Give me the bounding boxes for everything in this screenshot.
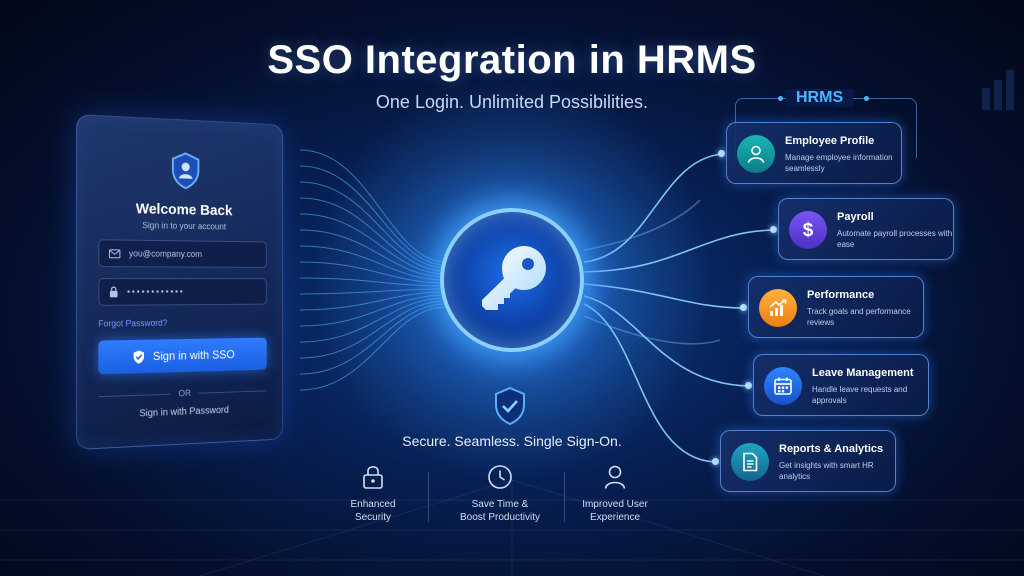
user-circle-icon — [737, 135, 775, 173]
benefit-line1: Save Time & — [471, 499, 529, 510]
module-title: Reports & Analytics — [779, 443, 884, 455]
benefit-line1: Improved User — [582, 499, 648, 510]
shield-check-icon — [495, 386, 525, 426]
hrms-dot — [864, 96, 869, 101]
connector-dot — [712, 458, 719, 465]
password-field[interactable]: •••••••••••• — [98, 278, 267, 306]
benefit-divider — [564, 472, 565, 522]
login-card: Welcome Back Sign in to your account you… — [76, 114, 284, 450]
shield-check-icon — [133, 349, 145, 364]
module-title: Leave Management — [812, 367, 914, 379]
module-payroll[interactable]: $ Payroll Automate payroll processes wit… — [778, 198, 954, 260]
module-employee-profile[interactable]: Employee Profile Manage employee informa… — [726, 122, 902, 184]
connector-dot — [770, 226, 777, 233]
divider-line — [198, 389, 267, 394]
module-description: Handle leave requests and approvals — [812, 385, 908, 405]
report-icon — [731, 443, 769, 481]
hrms-label: HRMS — [786, 89, 854, 107]
benefit-divider — [428, 472, 429, 522]
connector-dot — [745, 382, 752, 389]
page-title: SSO Integration in HRMS — [267, 38, 757, 82]
or-label: OR — [178, 388, 191, 399]
email-placeholder: you@company.com — [128, 248, 203, 259]
svg-text:$: $ — [803, 220, 814, 241]
key-icon — [482, 246, 546, 310]
clock-icon — [488, 465, 512, 489]
benefit-line1: Enhanced — [350, 499, 396, 510]
mail-icon — [109, 249, 120, 258]
connector-dot — [718, 150, 725, 157]
module-title: Employee Profile — [785, 135, 875, 147]
module-leave-management[interactable]: Leave Management Handle leave requests a… — [753, 354, 929, 416]
benefit-line2: Security — [354, 512, 392, 523]
sso-button-label: Sign in with SSO — [152, 347, 235, 364]
or-divider: OR — [98, 385, 267, 402]
module-description: Get insights with smart HR analytics — [779, 461, 874, 481]
password-mask: •••••••••••• — [127, 286, 185, 297]
module-description: Manage employee information seamlessly — [785, 153, 893, 173]
benefit-save-time: Save Time & Boost Productivity — [440, 464, 560, 524]
module-performance[interactable]: Performance Track goals and performance … — [748, 276, 924, 338]
key-orb — [440, 208, 584, 352]
benefit-line2: Boost Productivity — [459, 512, 541, 523]
module-reports-analytics[interactable]: Reports & Analytics Get insights with sm… — [720, 430, 896, 492]
forgot-password-link[interactable]: Forgot Password? — [98, 318, 167, 329]
module-title: Payroll — [837, 211, 874, 223]
hrms-dot — [778, 96, 783, 101]
user-icon — [604, 465, 626, 489]
dollar-icon: $ — [789, 211, 827, 249]
chart-growth-icon — [759, 289, 797, 327]
lock-icon — [363, 466, 383, 489]
sign-in-password-link[interactable]: Sign in with Password — [98, 404, 266, 422]
module-title: Performance — [807, 289, 875, 301]
lock-icon — [109, 286, 119, 298]
module-description: Track goals and performance reviews — [807, 307, 911, 327]
connector-dot — [740, 304, 747, 311]
welcome-subtitle: Sign in to your account — [142, 220, 227, 232]
email-field[interactable]: you@company.com — [98, 239, 267, 268]
shield-user-icon — [170, 151, 201, 191]
welcome-title: Welcome Back — [135, 200, 233, 220]
divider-line — [98, 393, 172, 397]
benefit-user-experience: Improved User Experience — [572, 464, 658, 524]
calendar-icon — [764, 367, 802, 405]
benefit-enhanced-security: Enhanced Security — [330, 464, 416, 524]
sign-in-sso-button[interactable]: Sign in with SSO — [98, 337, 267, 375]
benefit-line2: Experience — [589, 512, 641, 523]
module-description: Automate payroll processes with ease — [837, 229, 953, 249]
